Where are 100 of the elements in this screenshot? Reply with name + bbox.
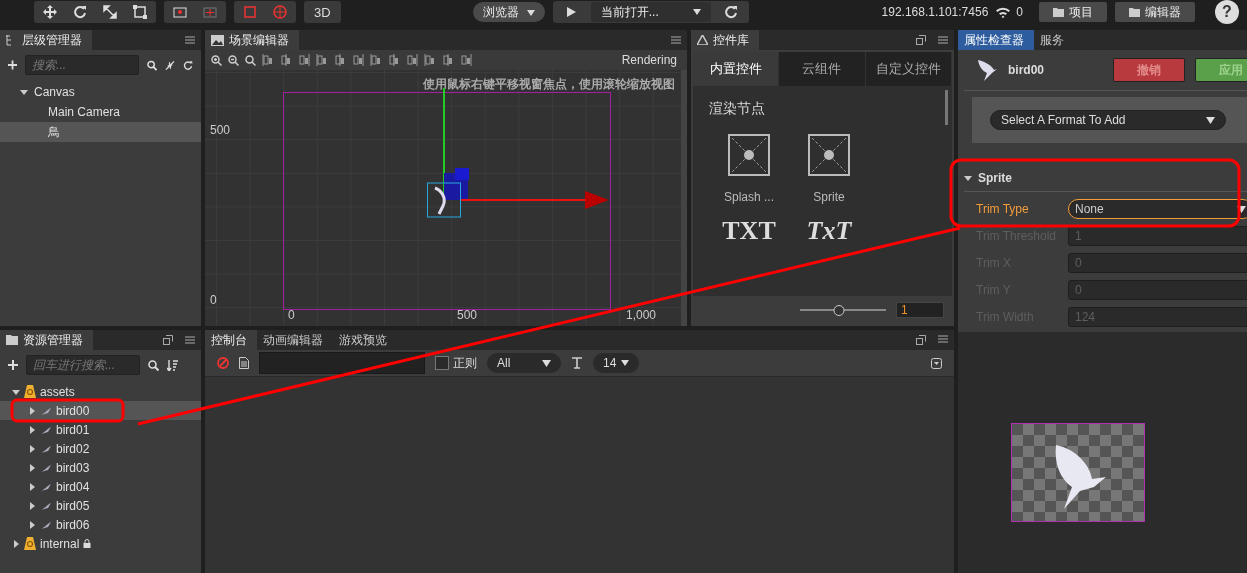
checkbox-label: 正则 <box>453 354 477 372</box>
add-icon[interactable] <box>8 60 18 70</box>
asset-item[interactable]: internal <box>0 534 201 553</box>
align-icon[interactable] <box>370 54 382 66</box>
component-header[interactable]: Sprite <box>964 165 1247 192</box>
library-tab[interactable]: 内置控件 <box>693 52 780 86</box>
menu-icon[interactable] <box>671 36 681 44</box>
axis-label: 0 <box>288 308 295 322</box>
folder-icon <box>1129 7 1140 17</box>
regex-checkbox[interactable] <box>435 356 449 370</box>
align-icon[interactable] <box>460 54 472 66</box>
bird-icon <box>40 500 52 511</box>
refresh-icon[interactable] <box>183 59 193 71</box>
view-mode-button[interactable]: 3D <box>304 1 341 23</box>
lock-icon <box>83 539 92 548</box>
asset-item[interactable]: bird01 <box>0 420 201 439</box>
tree-item[interactable]: Main Camera <box>0 102 201 122</box>
caret-icon <box>28 444 36 453</box>
panel-tab[interactable]: 层级管理器 <box>0 30 92 50</box>
asset-item[interactable]: bird02 <box>0 439 201 458</box>
popout-icon[interactable] <box>916 335 926 345</box>
caret-icon <box>621 360 629 366</box>
image-placeholder-icon[interactable] <box>728 134 770 176</box>
panel-tab[interactable]: 控制台 <box>205 330 257 350</box>
panel-tab[interactable]: 场景编辑器 <box>205 30 299 50</box>
align-icon[interactable] <box>280 54 292 66</box>
panel-title: 控件库 <box>713 31 749 49</box>
align-icon[interactable] <box>442 54 454 66</box>
asset-item[interactable]: bird06 <box>0 515 201 534</box>
search-field[interactable]: 回车进行搜索... <box>26 355 140 375</box>
filter-field[interactable] <box>259 352 425 374</box>
align-icon[interactable] <box>406 54 418 66</box>
zoom-out-icon[interactable] <box>228 54 239 66</box>
align-icon[interactable] <box>424 54 436 66</box>
tree-item[interactable]: 鳥 <box>0 122 201 142</box>
panel-tab[interactable]: 游戏预览 <box>333 330 397 350</box>
scrollbar[interactable] <box>945 90 948 125</box>
panel-title: 资源管理器 <box>23 331 83 349</box>
collapse-icon[interactable] <box>931 357 942 369</box>
folder-icon <box>1053 7 1064 17</box>
render-mode-select[interactable]: Rendering <box>617 53 681 67</box>
label-item[interactable]: TXT <box>722 216 776 246</box>
popout-icon[interactable] <box>163 335 173 345</box>
menu-icon[interactable] <box>938 335 948 343</box>
align-icon[interactable] <box>262 54 274 66</box>
search-icon[interactable] <box>148 359 159 371</box>
item-label: Sprite <box>813 190 845 204</box>
sort-icon[interactable] <box>167 359 178 371</box>
package-icon <box>24 537 36 550</box>
triangle-icon <box>697 35 708 45</box>
zoom-value-field[interactable]: 1 <box>896 302 944 318</box>
align-icon[interactable] <box>388 54 400 66</box>
bird-icon <box>40 424 52 435</box>
menu-icon[interactable] <box>938 36 948 44</box>
caret-icon <box>20 88 28 96</box>
library-tab[interactable]: 自定义控件 <box>865 52 952 86</box>
tree-item[interactable]: Canvas <box>0 82 201 102</box>
add-icon[interactable] <box>8 360 18 370</box>
folder-button[interactable]: 项目 <box>1039 2 1107 22</box>
folder-button[interactable]: 编辑器 <box>1115 2 1195 22</box>
server-address: 192.168.1.101:7456 <box>881 5 989 19</box>
library-tab[interactable]: 云组件 <box>779 52 866 86</box>
align-icon[interactable] <box>352 54 364 66</box>
search-icon[interactable] <box>147 59 158 71</box>
clear-icon[interactable] <box>217 357 229 369</box>
asset-item[interactable]: bird03 <box>0 458 201 477</box>
menu-icon[interactable] <box>185 36 195 44</box>
property-select[interactable]: None <box>1068 199 1247 219</box>
collapse-icon[interactable] <box>165 59 176 71</box>
search-field[interactable]: 搜索... <box>25 55 140 75</box>
asset-item[interactable]: bird05 <box>0 496 201 515</box>
panel-tab[interactable]: 资源管理器 <box>0 330 93 350</box>
help-button[interactable]: ? <box>1215 0 1239 24</box>
panel-tab[interactable]: 动画编辑器 <box>257 330 333 350</box>
asset-item[interactable]: bird04 <box>0 477 201 496</box>
align-icon[interactable] <box>334 54 346 66</box>
rich-text-item[interactable]: TxT <box>806 216 852 246</box>
panel-tab[interactable]: 控件库 <box>691 30 759 50</box>
caret-icon <box>542 359 551 367</box>
asset-item[interactable]: assets <box>0 382 201 401</box>
folder-icon <box>6 335 18 345</box>
zoom-in-icon[interactable] <box>211 54 222 66</box>
panel-tab[interactable]: 服务 <box>1034 30 1074 50</box>
section-title: 渲染节点 <box>709 100 766 118</box>
format-select[interactable]: Select A Format To Add <box>990 110 1226 130</box>
document-icon[interactable] <box>239 357 249 369</box>
scene-select[interactable]: 当前打开... <box>590 2 711 22</box>
font-size-select[interactable]: 14 <box>593 353 639 373</box>
menu-icon[interactable] <box>185 336 195 344</box>
align-icon[interactable] <box>298 54 310 66</box>
popout-icon[interactable] <box>916 35 926 45</box>
align-icon[interactable] <box>316 54 328 66</box>
platform-select[interactable]: 浏览器 <box>473 2 545 22</box>
image-placeholder-icon[interactable] <box>808 134 850 176</box>
log-level-select[interactable]: All <box>487 353 561 373</box>
scene-hint: 使用鼠标右键平移视窗焦点，使用滚轮缩放视图 <box>423 76 675 93</box>
caret-icon <box>12 387 20 396</box>
zoom-reset-icon[interactable] <box>245 54 256 66</box>
scene-canvas[interactable]: 使用鼠标右键平移视窗焦点，使用滚轮缩放视图 500 0 0 500 1,000 <box>205 70 687 326</box>
panel-tab[interactable]: 属性检查器 <box>958 30 1034 50</box>
